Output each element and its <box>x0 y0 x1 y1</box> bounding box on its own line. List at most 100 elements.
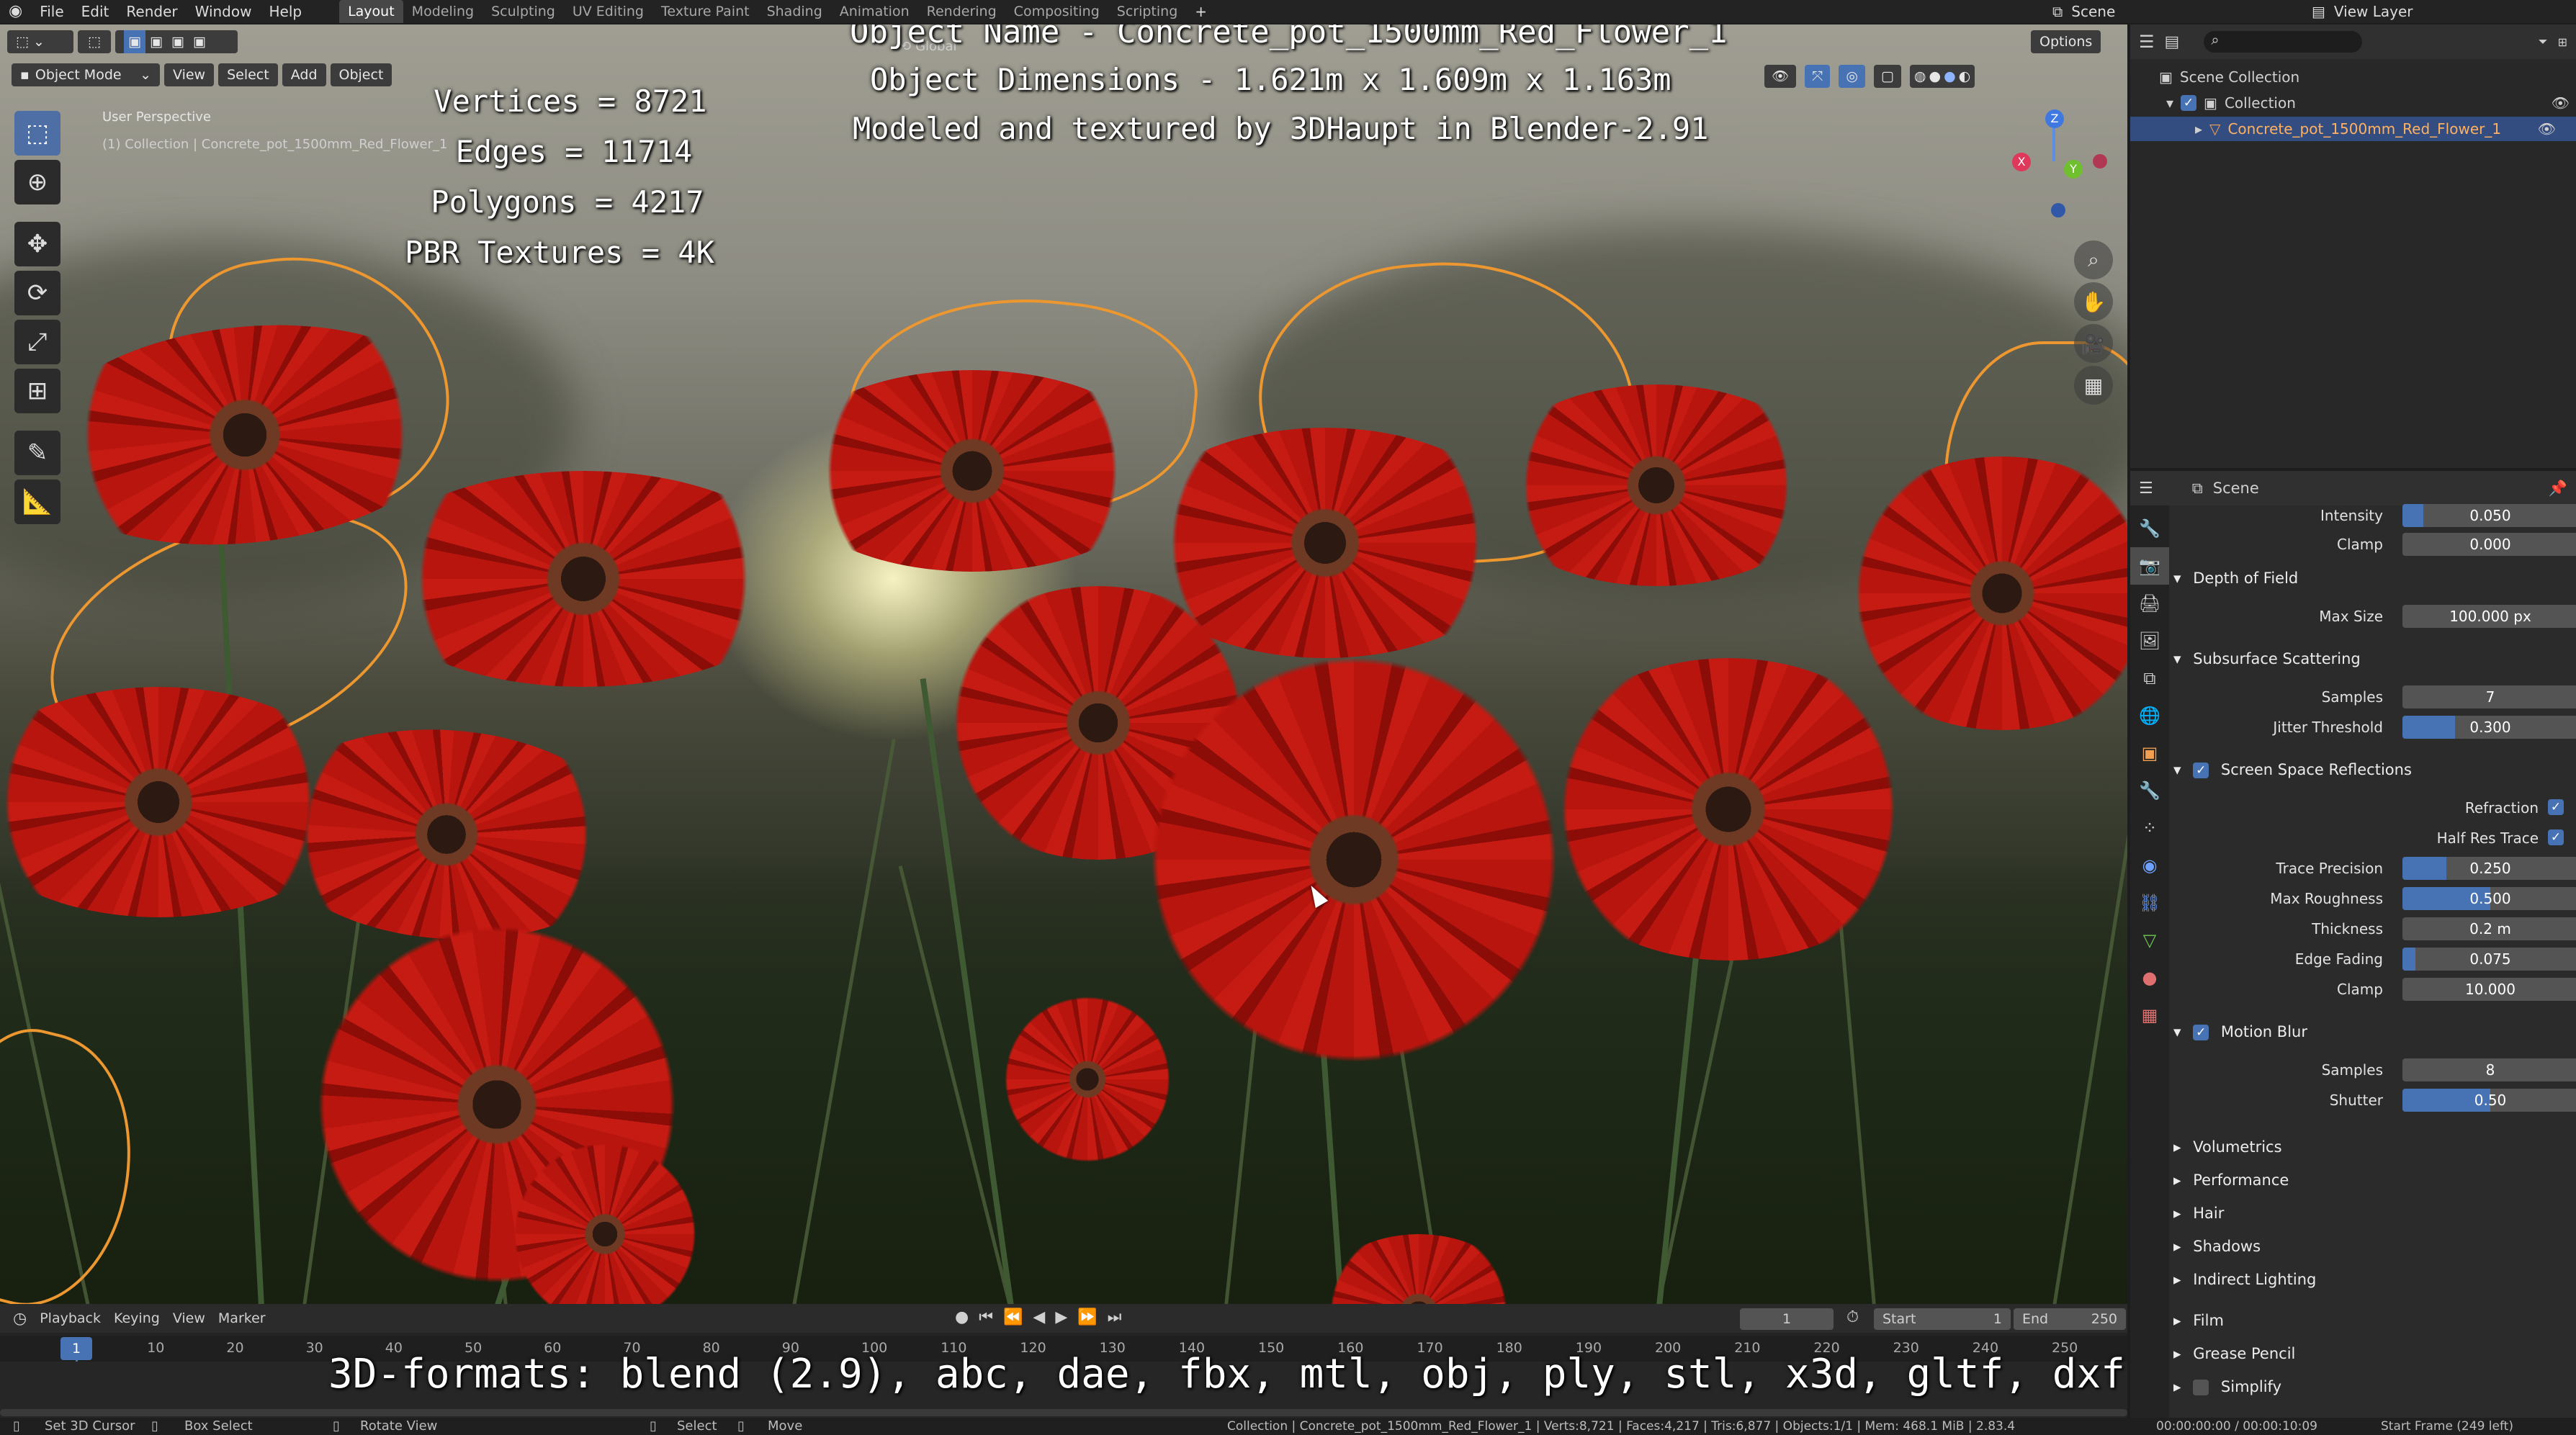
menu-select[interactable]: Select <box>218 63 278 86</box>
mode-selector[interactable]: ▪ Object Mode ⌄ <box>12 63 160 86</box>
edge-fading-field[interactable]: 0.075 <box>2402 948 2576 971</box>
scale-tool-icon[interactable]: ⤢ <box>14 320 60 364</box>
y-axis-icon[interactable]: Y <box>2064 160 2083 179</box>
tab-modeling[interactable]: Modeling <box>403 0 483 23</box>
motion-blur-checkbox[interactable]: ✓ <box>2193 1025 2209 1040</box>
neg-x-axis-icon[interactable] <box>2093 154 2107 168</box>
object-tab-icon[interactable]: ▣ <box>2130 734 2169 772</box>
visibility-icon[interactable]: 👁 <box>1764 65 1797 88</box>
panel-performance[interactable]: ▸ Performance <box>2173 1166 2576 1194</box>
outliner-editor-icon[interactable]: ☰ <box>2139 32 2155 52</box>
max-roughness-field[interactable]: 0.500 <box>2402 887 2576 910</box>
constraints-tab-icon[interactable]: ⛓ <box>2130 884 2169 922</box>
tab-scripting[interactable]: Scripting <box>1108 0 1187 23</box>
expand-arrow-icon[interactable]: ▸ <box>2195 120 2202 138</box>
camera-view-icon[interactable]: 🎥 <box>2074 324 2113 363</box>
particles-tab-icon[interactable]: ⁘ <box>2130 809 2169 847</box>
trace-precision-field[interactable]: 0.250 <box>2402 857 2576 880</box>
physics-tab-icon[interactable]: ◉ <box>2130 847 2169 884</box>
filter-icon[interactable]: ⏷ <box>2539 35 2548 49</box>
menu-file[interactable]: File <box>31 0 72 23</box>
half-res-checkbox[interactable]: ✓ <box>2548 829 2564 845</box>
output-tab-icon[interactable]: 🖨 <box>2130 585 2169 622</box>
prev-keyframe-icon[interactable]: ⏪ <box>1003 1308 1023 1326</box>
xray-toggle-icon[interactable]: ▢ <box>1873 65 1901 88</box>
ssr-clamp-field[interactable]: 10.000 <box>2402 978 2576 1001</box>
tab-animation[interactable]: Animation <box>831 0 918 23</box>
menu-edit[interactable]: Edit <box>73 0 118 23</box>
tab-uv-editing[interactable]: UV Editing <box>564 0 652 23</box>
outliner-scene-collection[interactable]: ▣ Scene Collection <box>2159 65 2299 89</box>
view-layer-selector[interactable]: ▤ View Layer <box>2312 0 2413 23</box>
overlay-toggle-icon[interactable]: ◎ <box>1839 65 1865 88</box>
play-icon[interactable]: ▶ <box>1055 1308 1067 1326</box>
select-subtract-icon[interactable]: ▣ <box>167 30 189 53</box>
jitter-threshold-field[interactable]: 0.300 <box>2402 716 2576 739</box>
menu-view[interactable]: View <box>164 63 215 86</box>
material-tab-icon[interactable]: ● <box>2130 959 2169 997</box>
sss-samples-field[interactable]: 7 <box>2402 685 2576 708</box>
shading-mode-group[interactable]: ◍ ● ● ◐ <box>1909 65 1975 88</box>
menu-add[interactable]: Add <box>282 63 326 86</box>
panel-volumetrics[interactable]: ▸ Volumetrics <box>2173 1133 2576 1161</box>
navigation-gizmo[interactable]: Z X Y <box>1995 104 2110 219</box>
gizmo-toggle-icon[interactable]: ⤧ <box>1805 65 1831 88</box>
next-keyframe-icon[interactable]: ⏩ <box>1077 1308 1097 1326</box>
wireframe-shading-icon[interactable]: ◍ <box>1914 65 1926 88</box>
tab-compositing[interactable]: Compositing <box>1005 0 1108 23</box>
rendered-shading-icon[interactable]: ◐ <box>1959 65 1971 88</box>
panel-screen-space-reflections[interactable]: ▾ ✓ Screen Space Reflections <box>2173 756 2576 783</box>
display-mode-icon[interactable]: ▤ <box>2165 33 2180 51</box>
measure-tool-icon[interactable]: 📐 <box>14 480 60 524</box>
material-shading-icon[interactable]: ● <box>1944 65 1956 88</box>
menu-timeline-view[interactable]: View <box>173 1310 205 1326</box>
jump-start-icon[interactable]: ⏮ <box>979 1308 993 1326</box>
scene-selector[interactable]: ⧉ Scene <box>2052 0 2115 23</box>
clamp-field[interactable]: 0.000 <box>2402 533 2576 556</box>
editor-type-button[interactable]: ⬚ ⌄ <box>7 30 73 53</box>
panel-film[interactable]: ▸ Film <box>2173 1307 2576 1334</box>
cursor-tool-icon[interactable]: ⊕ <box>14 160 60 204</box>
outliner-object-row[interactable]: ▸ ▽ Concrete_pot_1500mm_Red_Flower_1 👁 <box>2130 117 2576 141</box>
panel-shadows[interactable]: ▸ Shadows <box>2173 1233 2576 1260</box>
texture-tab-icon[interactable]: ▦ <box>2130 997 2169 1034</box>
tab-rendering[interactable]: Rendering <box>918 0 1005 23</box>
panel-subsurface-scattering[interactable]: ▾ Subsurface Scattering <box>2173 645 2576 672</box>
3d-viewport[interactable]: ⬚ ⌄ ⬚ ▣ ▣ ▣ ▣ Options ▪ Object Mode ⌄ Vie… <box>0 24 2127 1304</box>
view-layer-tab-icon[interactable]: 🖼 <box>2130 622 2169 660</box>
mb-samples-field[interactable]: 8 <box>2402 1058 2576 1081</box>
menu-help[interactable]: Help <box>260 0 310 23</box>
annotate-tool-icon[interactable]: ✎ <box>14 431 60 475</box>
selection-mode-group[interactable]: ▣ ▣ ▣ ▣ <box>115 30 238 53</box>
menu-window[interactable]: Window <box>187 0 261 23</box>
playhead[interactable]: 1 <box>60 1337 92 1360</box>
stopwatch-icon[interactable]: ⏱ <box>1846 1308 1859 1326</box>
x-axis-icon[interactable]: X <box>2012 153 2031 171</box>
intensity-field[interactable]: 0.050 <box>2402 504 2576 527</box>
ssr-checkbox[interactable]: ✓ <box>2193 763 2209 778</box>
perspective-grid-icon[interactable]: ▦ <box>2074 366 2113 405</box>
current-frame-field[interactable]: 1 <box>1740 1308 1834 1330</box>
render-tab-icon[interactable]: 📷 <box>2130 547 2169 585</box>
tool-tab-icon[interactable]: 🔧 <box>2130 510 2169 547</box>
eye-icon[interactable]: 👁 <box>2552 94 2570 112</box>
select-tool-icon[interactable]: ⬚ <box>78 30 111 53</box>
start-frame-field[interactable]: Start 1 <box>1874 1308 2011 1330</box>
outliner-collection-row[interactable]: ▾ ✓ ▣ Collection 👁 <box>2166 91 2570 115</box>
z-axis-icon[interactable]: Z <box>2045 109 2064 128</box>
panel-motion-blur[interactable]: ▾ ✓ Motion Blur <box>2173 1018 2576 1045</box>
options-dropdown[interactable]: Options <box>2031 30 2101 53</box>
solid-shading-icon[interactable]: ● <box>1929 65 1941 88</box>
menu-marker[interactable]: Marker <box>218 1310 266 1326</box>
menu-keying[interactable]: Keying <box>114 1310 160 1326</box>
menu-object[interactable]: Object <box>330 63 392 86</box>
panel-simplify[interactable]: ▸ Simplify <box>2173 1373 2576 1400</box>
transform-tool-icon[interactable]: ⊞ <box>14 369 60 413</box>
select-new-icon[interactable]: ▣ <box>124 30 145 53</box>
panel-hair[interactable]: ▸ Hair <box>2173 1200 2576 1227</box>
timeline-scrollbar[interactable] <box>0 1409 2127 1416</box>
max-size-field[interactable]: 100.000 px <box>2402 605 2576 628</box>
thickness-field[interactable]: 0.2 m <box>2402 917 2576 940</box>
rotate-tool-icon[interactable]: ⟳ <box>14 271 60 315</box>
collection-checkbox[interactable]: ✓ <box>2181 95 2197 111</box>
